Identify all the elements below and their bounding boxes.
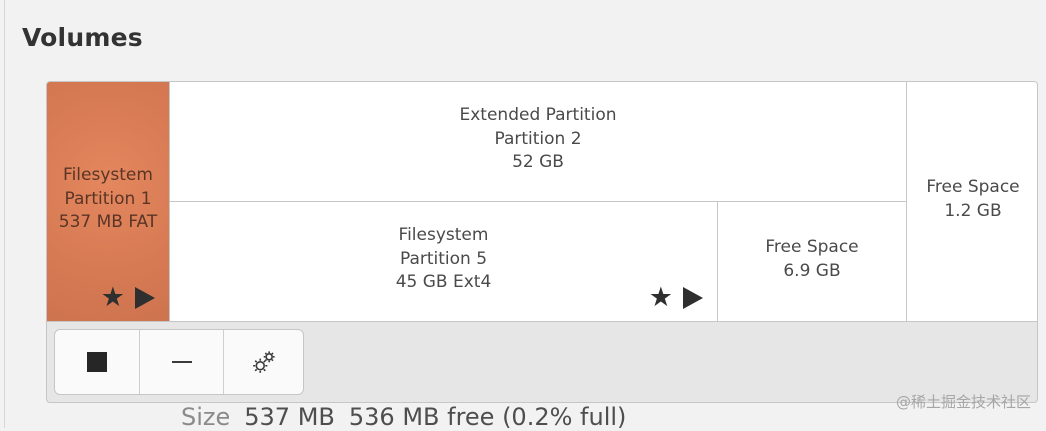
volume-map-divider	[47, 321, 1037, 322]
partition-1-type: Filesystem	[63, 165, 153, 185]
stop-button[interactable]	[55, 330, 139, 394]
free-space-outer-label: Free Space	[926, 177, 1020, 197]
partition-5-icons: ★	[649, 284, 703, 311]
partition-1-size: 537 MB FAT	[58, 212, 158, 232]
volumes-section: Volumes Filesystem Partition 1 537 MB FA…	[4, 0, 1046, 431]
free-value: 536 MB free (0.2% full)	[348, 403, 627, 431]
play-icon	[135, 286, 155, 309]
free-space-inner-label: Free Space	[765, 237, 859, 257]
partition-5-type: Filesystem	[398, 225, 489, 245]
free-space-inner-block[interactable]: Free Space 6.9 GB	[718, 202, 907, 321]
minus-icon	[171, 361, 192, 363]
extended-partition-block[interactable]: Extended Partition Partition 2 52 GB	[170, 82, 907, 202]
partition-5-name: Partition 5	[399, 248, 488, 269]
partition-1-name: Partition 1	[64, 188, 152, 209]
remove-button[interactable]	[139, 330, 223, 394]
star-icon: ★	[648, 282, 673, 313]
extended-partition-type: Extended Partition	[459, 105, 617, 125]
partition-1-icons: ★	[101, 284, 155, 311]
volume-map: Filesystem Partition 1 537 MB FAT ★ Exte…	[46, 81, 1038, 403]
free-space-outer-block[interactable]: Free Space 1.2 GB	[907, 82, 1037, 321]
free-space-outer-size: 1.2 GB	[944, 200, 1002, 221]
volume-details: Size 537 MB 536 MB free (0.2% full)	[181, 403, 626, 431]
size-value: 537 MB	[244, 403, 335, 431]
watermark: @稀土掘金技术社区	[895, 393, 1031, 411]
stop-icon	[87, 352, 107, 372]
size-label: Size	[181, 403, 231, 431]
volume-toolbar	[54, 329, 304, 395]
partition-1-block[interactable]: Filesystem Partition 1 537 MB FAT ★	[47, 82, 170, 321]
extended-partition-size: 52 GB	[512, 152, 564, 172]
play-icon	[683, 286, 703, 309]
star-icon: ★	[100, 282, 125, 313]
section-title: Volumes	[22, 23, 143, 52]
gear-icon	[252, 351, 275, 373]
settings-button[interactable]	[223, 330, 303, 394]
partition-5-size: 45 GB Ext4	[395, 272, 492, 292]
partition-5-block[interactable]: Filesystem Partition 5 45 GB Ext4 ★	[170, 202, 718, 321]
free-space-inner-size: 6.9 GB	[783, 260, 841, 281]
extended-partition-name: Partition 2	[494, 128, 582, 149]
